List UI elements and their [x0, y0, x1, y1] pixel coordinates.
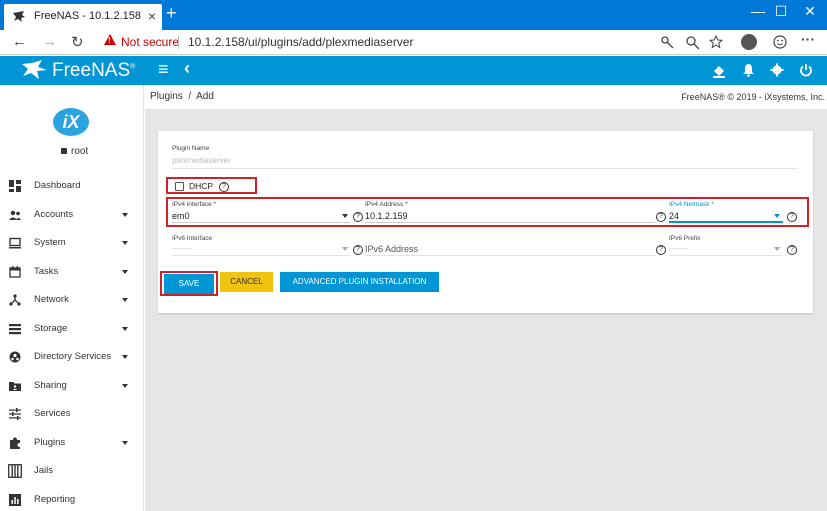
directory-services-icon: [9, 351, 21, 363]
ipv6-prefix-select[interactable]: --------: [669, 244, 689, 253]
chevron-down-icon: [122, 298, 128, 302]
ipv4-interface-select[interactable]: em0: [172, 211, 190, 221]
security-status[interactable]: Not secure: [121, 35, 179, 49]
ipv4-netmask-label: IPv4 Netmask *: [669, 201, 714, 208]
advanced-plugin-installation-button[interactable]: ADVANCED PLUGIN INSTALLATION: [280, 272, 439, 292]
sidebar-item-directory-services[interactable]: Directory Services: [0, 344, 143, 372]
tasks-bucket-icon[interactable]: [712, 64, 726, 78]
reload-icon[interactable]: ↻: [71, 33, 84, 51]
ipv4-address-field[interactable]: 10.1.2.159: [365, 211, 408, 221]
lock-icon: [61, 148, 67, 154]
feedback-smiley-icon[interactable]: [773, 35, 787, 49]
browser-tab-bar: FreeNAS - 10.1.2.158 × + — ☐ ✕: [0, 0, 827, 30]
back-icon[interactable]: ←: [12, 33, 27, 50]
plugin-name-label: Plugin Name: [172, 145, 210, 152]
address-bar: ← → ↻ ! Not secure 10.1.2.158/ui/plugins…: [0, 30, 827, 55]
url-field[interactable]: 10.1.2.158/ui/plugins/add/plexmediaserve…: [188, 35, 413, 49]
save-button[interactable]: SAVE: [164, 274, 214, 294]
collapse-icon[interactable]: ‹: [184, 58, 190, 79]
power-icon[interactable]: [799, 63, 813, 77]
chevron-down-icon: [122, 355, 128, 359]
dhcp-label: DHCP: [189, 181, 214, 191]
window-close-icon[interactable]: ✕: [787, 2, 827, 24]
zoom-icon[interactable]: [686, 36, 700, 50]
new-tab-icon[interactable]: +: [166, 3, 177, 24]
ipv4-address-help-icon[interactable]: ?: [656, 212, 666, 222]
chevron-down-icon: [122, 270, 128, 274]
dashboard-icon: [9, 180, 21, 192]
sidebar-item-dashboard[interactable]: Dashboard: [0, 173, 143, 201]
ipv4-interface-label: IPv4 interface *: [172, 201, 217, 208]
chevron-down-icon: [122, 327, 128, 331]
sidebar-item-services[interactable]: Services: [0, 401, 143, 429]
jails-icon: [8, 464, 22, 478]
ipv4-netmask-help-icon[interactable]: ?: [787, 212, 797, 222]
accounts-icon: [9, 210, 21, 220]
sidebar-item-reporting[interactable]: Reporting: [0, 487, 143, 511]
tasks-icon: [9, 266, 21, 278]
sidebar-item-accounts[interactable]: Accounts: [0, 202, 143, 230]
sidebar-item-tasks[interactable]: Tasks: [0, 259, 143, 287]
forward-icon[interactable]: →: [42, 33, 57, 50]
favorite-star-icon[interactable]: [709, 35, 723, 49]
ipv4-netmask-dropdown-icon[interactable]: [774, 214, 780, 218]
breadcrumb[interactable]: Plugins / Add: [150, 91, 214, 102]
network-icon: [9, 294, 21, 306]
ipv4-interface-dropdown-icon[interactable]: [342, 214, 348, 218]
chevron-down-icon: [122, 384, 128, 388]
sidebar-item-sharing[interactable]: Sharing: [0, 373, 143, 401]
sidebar-item-network[interactable]: Network: [0, 287, 143, 315]
plugins-icon: [10, 437, 20, 449]
ipv6-prefix-dropdown-icon[interactable]: [774, 247, 780, 251]
plugin-add-form: Plugin Name plexmediaserver DHCP ? IPv4 …: [158, 131, 813, 313]
system-icon: [9, 237, 21, 249]
menu-icon[interactable]: ≡: [158, 59, 169, 80]
ipv6-interface-select[interactable]: --------: [172, 244, 192, 253]
dhcp-help-icon[interactable]: ?: [219, 182, 229, 192]
ipv6-prefix-label: IPv6 Prefix: [669, 235, 701, 242]
ipv6-interface-dropdown-icon[interactable]: [342, 247, 348, 251]
freenas-logo-icon: [22, 60, 47, 79]
reporting-icon: [9, 494, 21, 506]
ipv4-address-label: IPv4 Address *: [365, 201, 408, 208]
ix-logo: iX: [53, 108, 89, 136]
freenas-favicon-icon: [13, 11, 25, 22]
ipv4-interface-help-icon[interactable]: ?: [353, 212, 363, 222]
sharing-icon: [9, 382, 21, 391]
tab-close-icon[interactable]: ×: [148, 8, 156, 24]
breadcrumb-bar: Plugins / Add FreeNAS® © 2019 - iXsystem…: [145, 85, 827, 109]
sidebar-item-system[interactable]: System: [0, 230, 143, 258]
sidebar-item-plugins[interactable]: Plugins: [0, 430, 143, 458]
sidebar: iX root Dashboard Accounts System Tasks …: [0, 85, 144, 511]
sidebar-item-jails[interactable]: Jails: [0, 458, 143, 486]
ipv6-interface-label: IPv6 Interface: [172, 235, 213, 242]
storage-icon: [9, 324, 21, 335]
chevron-down-icon: [122, 441, 128, 445]
browser-tab[interactable]: FreeNAS - 10.1.2.158 ×: [4, 4, 162, 30]
tab-title: FreeNAS - 10.1.2.158: [34, 10, 142, 22]
profile-avatar[interactable]: [741, 34, 757, 50]
chevron-down-icon: [122, 213, 128, 217]
cancel-button[interactable]: CANCEL: [220, 272, 273, 292]
plugin-name-field[interactable]: plexmediaserver: [172, 156, 231, 165]
app-logo-text: FreeNAS®: [52, 60, 136, 81]
ipv4-netmask-select[interactable]: 24: [669, 211, 679, 221]
app-header: FreeNAS® ≡ ‹: [0, 56, 827, 85]
more-menu-icon[interactable]: ···: [801, 31, 815, 47]
main-content: Plugins / Add FreeNAS® © 2019 - iXsystem…: [145, 85, 827, 511]
copyright-text: FreeNAS® © 2019 - iXsystems, Inc.: [681, 92, 825, 102]
services-icon: [9, 408, 21, 420]
key-icon[interactable]: [661, 36, 675, 50]
ipv6-address-field[interactable]: IPv6 Address: [365, 244, 418, 254]
ipv6-prefix-help-icon[interactable]: ?: [787, 245, 797, 255]
sidebar-item-storage[interactable]: Storage: [0, 316, 143, 344]
settings-gear-icon[interactable]: [770, 63, 784, 77]
user-account[interactable]: root: [61, 146, 88, 157]
dhcp-checkbox[interactable]: [175, 182, 184, 191]
ipv6-interface-help-icon[interactable]: ?: [353, 245, 363, 255]
notifications-bell-icon[interactable]: [742, 63, 755, 77]
chevron-down-icon: [122, 241, 128, 245]
ipv6-address-help-icon[interactable]: ?: [656, 245, 666, 255]
